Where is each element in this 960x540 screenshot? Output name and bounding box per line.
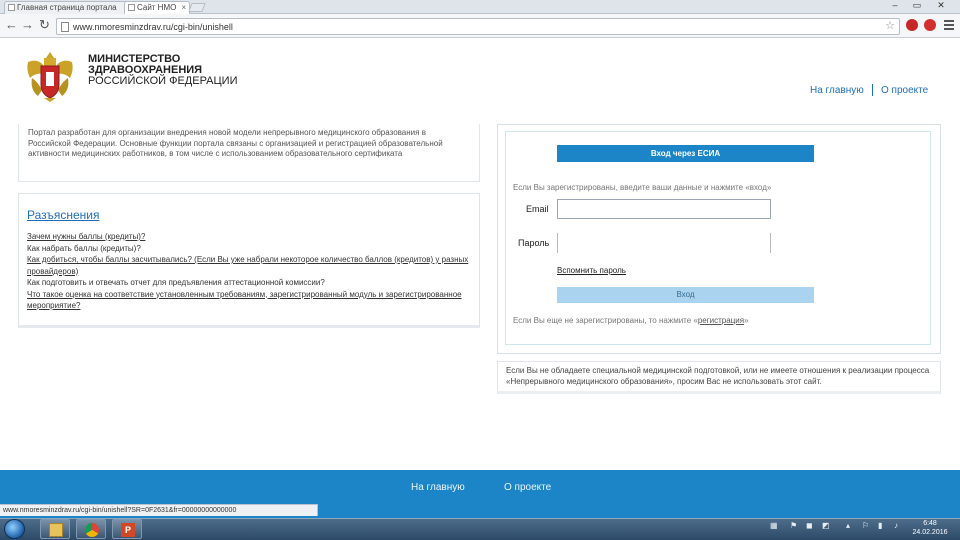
url-input[interactable] [73,20,873,33]
portal-description-text: Портал разработан для организации внедре… [28,128,443,158]
faq-link-report[interactable]: Как подготовить и отвечать отчет для пре… [27,277,471,289]
footer-home-link[interactable]: На главную [411,482,465,493]
nav-home-link[interactable]: На главную [810,85,864,96]
nav-about-link[interactable]: О проекте [881,85,928,96]
taskbar-powerpoint[interactable]: P [112,519,142,539]
portal-description: Портал разработан для организации внедре… [18,124,480,182]
volume-icon[interactable]: ♪ [894,521,898,530]
unregistered-hint-prefix: Если Вы еще не зарегистрированы, то нажм… [513,316,698,325]
page-favicon-icon [128,4,135,11]
close-tab-icon[interactable]: × [181,2,186,13]
faq-title[interactable]: Разъяснения [27,208,471,222]
clock-date: 24.02.2016 [912,529,948,536]
registered-hint: Если Вы зарегистрированы, введите ваши д… [513,183,772,192]
extension-icon[interactable] [906,19,918,31]
keyboard-layout-icon[interactable]: ▦ [770,521,778,530]
taskbar-clock[interactable]: 6:48 24.02.2016 [910,519,950,537]
faq-link-credits-why[interactable]: Зачем нужны баллы (кредиты)? [27,231,471,243]
footer-about-link[interactable]: О проекте [504,482,551,493]
powerpoint-icon: P [121,523,135,537]
minimize-icon[interactable]: – [888,0,902,10]
adblock-icon[interactable] [924,19,936,31]
medical-notice: Если Вы не обладаете специальной медицин… [497,361,941,394]
tray-expand-icon[interactable]: ▴ [846,521,850,530]
action-center-icon[interactable]: ⚐ [862,521,869,530]
clock-time: 6:48 [923,520,937,527]
faq-panel: Разъяснения Зачем нужны баллы (кредиты)?… [18,193,480,328]
coat-of-arms-icon [27,52,73,102]
taskbar-chrome[interactable] [76,519,106,539]
page-icon [61,22,69,32]
browser-status-bar: www.nmoresminzdrav.ru/cgi-bin/unishell?S… [0,504,318,516]
forward-arrow-icon[interactable]: → [21,17,34,33]
network-icon[interactable]: ▮ [878,521,882,530]
password-label: Пароль [518,238,550,248]
windows-taskbar [0,518,960,540]
folder-icon [49,523,63,537]
register-link[interactable]: регистрация [698,316,744,325]
nav-separator [872,84,873,96]
address-bar[interactable]: ☆ [56,18,900,35]
tray-flag-icon[interactable]: ⚑ [790,521,797,530]
start-button[interactable] [4,519,25,539]
password-field[interactable] [557,233,771,253]
taskbar-explorer[interactable] [40,519,70,539]
faq-link-credits-count[interactable]: Как добиться, чтобы баллы засчитывались?… [27,254,471,277]
browser-tab-label: Главная страница портала [17,3,117,12]
medical-notice-text: Если Вы не обладаете специальной медицин… [506,366,930,386]
unregistered-hint: Если Вы еще не зарегистрированы, то нажм… [513,316,749,325]
back-arrow-icon[interactable]: ← [5,17,18,33]
email-label: Email [526,204,549,214]
faq-link-credits-how[interactable]: Как набрать баллы (кредиты)? [27,243,471,255]
maximize-icon[interactable]: ▭ [910,0,924,11]
window-close-icon[interactable]: ✕ [934,0,948,11]
browser-tab-label: Сайт НМО [137,3,177,12]
browser-menu-icon[interactable] [944,20,954,32]
tray-app-icon[interactable]: ◼ [806,521,813,530]
bookmark-star-icon[interactable]: ☆ [885,20,895,33]
email-field[interactable] [557,199,771,219]
forgot-password-link[interactable]: Вспомнить пароль [557,266,626,275]
reload-icon[interactable]: ↻ [39,17,50,33]
page-favicon-icon [8,4,15,11]
ministry-logo-text: МИНИСТЕРСТВО ЗДРАВООХРАНЕНИЯ РОССИЙСКОЙ … [88,54,237,87]
faq-link-assessment[interactable]: Что такое оценка на соответствие установ… [27,289,471,312]
unregistered-hint-suffix: » [744,316,749,325]
login-button[interactable]: Вход [557,287,814,303]
browser-tab-2[interactable]: Сайт НМО × [124,1,190,14]
logo-line-3: РОССИЙСКОЙ ФЕДЕРАЦИИ [88,75,238,87]
tray-app-icon[interactable]: ◩ [822,521,830,530]
esia-login-button[interactable]: Вход через ЕСИА [557,145,814,162]
browser-tab-1[interactable]: Главная страница портала × [4,1,132,14]
chrome-icon [85,523,99,537]
